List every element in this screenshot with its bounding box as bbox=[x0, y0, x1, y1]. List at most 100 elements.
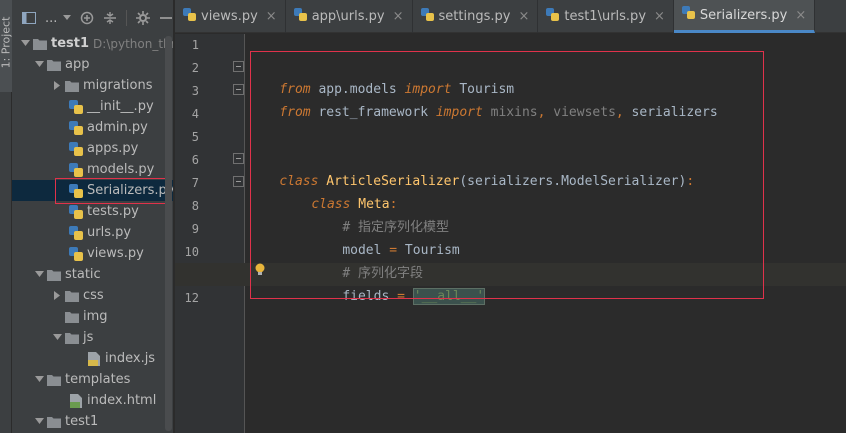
python-file-icon bbox=[68, 120, 84, 136]
code-line-2: from app.models import Tourism bbox=[248, 57, 514, 97]
folder-icon bbox=[46, 57, 62, 73]
keyword: import bbox=[435, 105, 483, 120]
project-panel: ... test1 D:\python_thre app migrations … bbox=[12, 0, 174, 433]
close-icon[interactable]: × bbox=[795, 8, 806, 23]
tree-item-init-py[interactable]: __init__.py bbox=[12, 96, 173, 117]
tab-label: test1\urls.py bbox=[564, 9, 647, 24]
code-line-10: # 序列化字段 bbox=[311, 241, 423, 281]
tree-item-app[interactable]: app bbox=[12, 54, 173, 75]
operator: = bbox=[397, 289, 405, 304]
current-line-highlight bbox=[175, 263, 846, 286]
tree-item-views-py[interactable]: views.py bbox=[12, 243, 173, 264]
collapse-all-icon[interactable] bbox=[103, 11, 117, 25]
tree-item-admin-py[interactable]: admin.py bbox=[12, 117, 173, 138]
tree-item-label: urls.py bbox=[87, 225, 132, 240]
python-file-icon bbox=[68, 204, 84, 220]
identifier: serializers bbox=[623, 105, 718, 120]
tree-item-urls-py[interactable]: urls.py bbox=[12, 222, 173, 243]
code-line-9: model = Tourism bbox=[311, 218, 459, 258]
tree-scrollbar[interactable] bbox=[165, 36, 172, 431]
js-file-icon bbox=[86, 351, 102, 367]
close-icon[interactable]: × bbox=[518, 9, 529, 24]
close-icon[interactable]: × bbox=[654, 9, 665, 24]
expand-arrow-icon[interactable] bbox=[50, 331, 64, 345]
tree-item-templates[interactable]: templates bbox=[12, 369, 173, 390]
line-number: 12 bbox=[184, 291, 199, 305]
python-file-icon bbox=[420, 7, 435, 26]
editor-tab-bar: views.py × app\urls.py × settings.py × t… bbox=[175, 0, 846, 33]
tree-item-apps-py[interactable]: apps.py bbox=[12, 138, 173, 159]
folder-icon bbox=[64, 330, 80, 346]
project-toolbar: ... bbox=[12, 0, 173, 36]
tree-item-label: index.html bbox=[87, 393, 157, 408]
folder-icon bbox=[46, 267, 62, 283]
add-icon[interactable] bbox=[80, 11, 94, 25]
tab-app-urls-py[interactable]: app\urls.py × bbox=[286, 0, 413, 33]
tab-settings-py[interactable]: settings.py × bbox=[413, 0, 539, 33]
tree-item-css[interactable]: css bbox=[12, 285, 173, 306]
fold-marker-icon[interactable] bbox=[233, 176, 244, 187]
python-file-icon bbox=[293, 7, 308, 26]
python-file-icon bbox=[68, 246, 84, 262]
tree-item-label: migrations bbox=[83, 78, 153, 93]
fold-marker-icon[interactable] bbox=[233, 61, 244, 72]
tree-item-test1[interactable]: test1 bbox=[12, 411, 173, 432]
html-file-icon bbox=[68, 393, 84, 409]
line-number: 8 bbox=[191, 199, 199, 213]
line-number: 4 bbox=[191, 107, 199, 121]
project-tool-tab[interactable]: 1: Project bbox=[0, 0, 13, 92]
expand-arrow-icon[interactable] bbox=[32, 58, 46, 72]
close-icon[interactable]: × bbox=[393, 9, 404, 24]
tree-item-js[interactable]: js bbox=[12, 327, 173, 348]
code-editor[interactable]: from app.models import Tourism from rest… bbox=[175, 34, 846, 433]
tree-item-index-js[interactable]: index.js bbox=[12, 348, 173, 369]
tree-item-migrations[interactable]: migrations bbox=[12, 75, 173, 96]
toolbar-separator bbox=[126, 10, 127, 26]
collapsed-arrow-icon[interactable] bbox=[50, 79, 64, 93]
keyword: from bbox=[279, 105, 311, 120]
colon: : bbox=[686, 174, 695, 189]
line-number: 3 bbox=[191, 84, 199, 98]
expand-arrow-icon[interactable] bbox=[32, 415, 46, 429]
base-class: (serializers.ModelSerializer) bbox=[459, 174, 687, 189]
fold-marker-icon[interactable] bbox=[233, 153, 244, 164]
tree-item-tests-py[interactable]: tests.py bbox=[12, 201, 173, 222]
tab-serializers-py[interactable]: Serializers.py × bbox=[673, 0, 816, 33]
project-view-title[interactable]: ... bbox=[45, 11, 62, 26]
lightbulb-icon[interactable] bbox=[255, 263, 265, 275]
tree-item-models-py[interactable]: models.py bbox=[12, 159, 173, 180]
close-icon[interactable]: × bbox=[266, 9, 277, 24]
module-name: rest_framework bbox=[310, 105, 436, 120]
tree-item-label: __init__.py bbox=[87, 99, 154, 114]
expand-arrow-icon[interactable] bbox=[18, 37, 32, 51]
dropdown-arrow-icon[interactable] bbox=[63, 11, 72, 25]
collapsed-arrow-icon[interactable] bbox=[50, 289, 64, 303]
tree-item-test1-root[interactable]: test1 D:\python_thre bbox=[12, 33, 173, 54]
identifier: fields bbox=[342, 289, 398, 304]
code-line-11: fields = '__all__' bbox=[311, 264, 486, 305]
tree-item-serializers-py[interactable]: Serializers.py bbox=[12, 180, 173, 201]
tree-item-label: css bbox=[83, 288, 104, 303]
project-view-icon[interactable] bbox=[22, 11, 36, 25]
tree-item-label: img bbox=[83, 309, 108, 324]
expand-arrow-icon[interactable] bbox=[32, 373, 46, 387]
line-number: 2 bbox=[191, 61, 199, 75]
tree-item-label: test1 bbox=[51, 36, 90, 51]
hide-icon[interactable] bbox=[159, 11, 173, 25]
comma: , bbox=[615, 105, 624, 120]
editor-gutter: 1 2 3 4 5 6 7 8 9 10 11 12 bbox=[175, 34, 245, 433]
tab-test1-urls-py[interactable]: test1\urls.py × bbox=[538, 0, 674, 33]
tree-item-path-hint: D:\python_thre bbox=[93, 36, 174, 51]
tab-views-py[interactable]: views.py × bbox=[175, 0, 286, 33]
expand-arrow-icon[interactable] bbox=[32, 268, 46, 282]
line-number: 1 bbox=[191, 38, 199, 52]
python-file-icon bbox=[68, 99, 84, 115]
python-file-icon bbox=[546, 7, 560, 26]
settings-icon[interactable] bbox=[136, 11, 150, 25]
fold-marker-icon[interactable] bbox=[233, 84, 244, 95]
tree-item-label: templates bbox=[65, 372, 131, 387]
project-tool-tab-label: 1: Project bbox=[0, 16, 13, 69]
tree-item-static[interactable]: static bbox=[12, 264, 173, 285]
tree-item-img[interactable]: img bbox=[12, 306, 173, 327]
tree-item-index-html[interactable]: index.html bbox=[12, 390, 173, 411]
